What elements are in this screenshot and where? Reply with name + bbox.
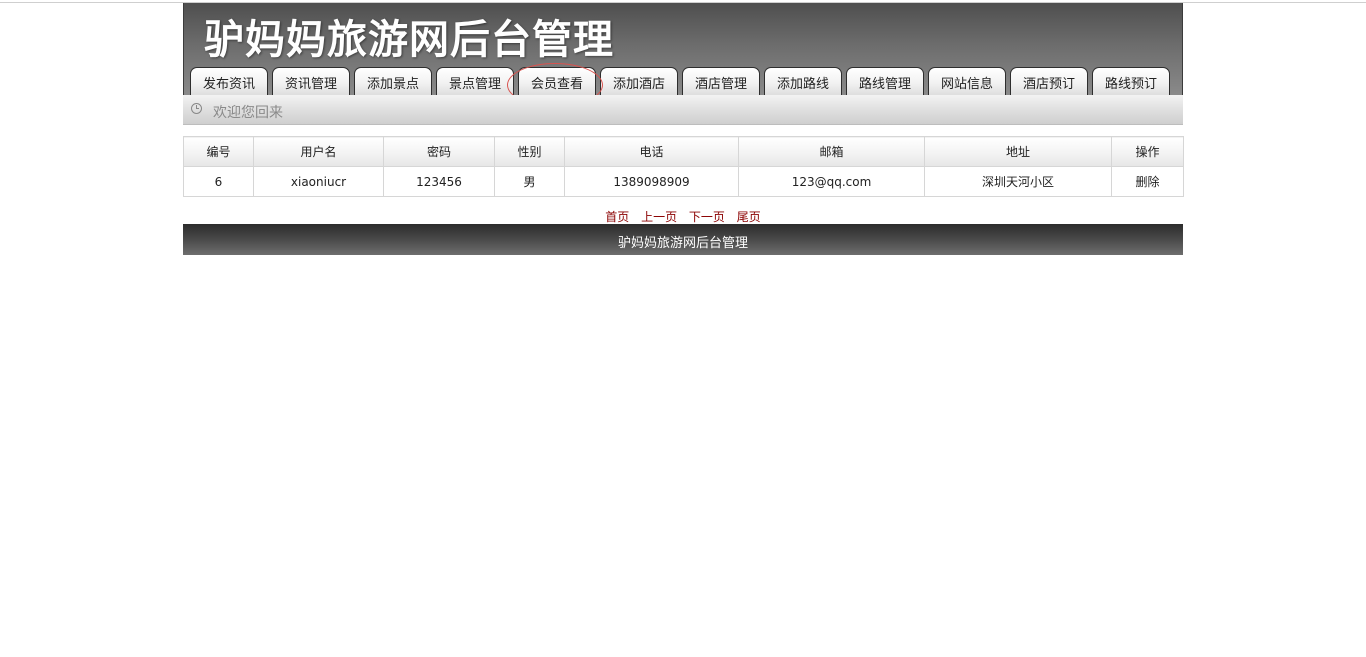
tab-scenic-manage[interactable]: 景点管理 <box>436 67 514 95</box>
pagination: 首页 上一页 下一页 尾页 <box>183 208 1183 224</box>
tab-publish-news[interactable]: 发布资讯 <box>190 67 268 95</box>
welcome-bar: 欢迎您回来 <box>183 95 1183 125</box>
cell-address: 深圳天河小区 <box>924 166 1112 197</box>
clock-icon <box>191 103 202 114</box>
col-header-gender: 性别 <box>494 136 565 167</box>
tab-add-hotel[interactable]: 添加酒店 <box>600 67 678 95</box>
cell-phone: 1389098909 <box>564 166 739 197</box>
last-page-link[interactable]: 尾页 <box>737 210 761 224</box>
tab-add-route[interactable]: 添加路线 <box>764 67 842 95</box>
col-header-phone: 电话 <box>564 136 739 167</box>
col-header-email: 邮箱 <box>738 136 925 167</box>
site-title: 驴妈妈旅游网后台管理 <box>204 17 614 63</box>
member-table: 编号 用户名 密码 性别 电话 邮箱 地址 操作 6 xiaoniucr 123… <box>183 136 1184 197</box>
col-header-id: 编号 <box>183 136 254 167</box>
col-header-username: 用户名 <box>253 136 384 167</box>
tab-add-scenic[interactable]: 添加景点 <box>354 67 432 95</box>
cell-action: 删除 <box>1111 166 1184 197</box>
tab-hotel-booking[interactable]: 酒店预订 <box>1010 67 1088 95</box>
cell-gender: 男 <box>494 166 565 197</box>
nav-tabs: 发布资讯 资讯管理 添加景点 景点管理 会员查看 添加酒店 酒店管理 添加路线 … <box>190 67 1174 95</box>
tab-hotel-manage[interactable]: 酒店管理 <box>682 67 760 95</box>
table-header-row: 编号 用户名 密码 性别 电话 邮箱 地址 操作 <box>183 136 1184 167</box>
col-header-action: 操作 <box>1111 136 1184 167</box>
tab-route-manage[interactable]: 路线管理 <box>846 67 924 95</box>
table-row: 6 xiaoniucr 123456 男 1389098909 123@qq.c… <box>183 166 1184 197</box>
admin-page: 驴妈妈旅游网后台管理 发布资讯 资讯管理 添加景点 景点管理 会员查看 添加酒店… <box>183 3 1184 255</box>
tab-route-booking[interactable]: 路线预订 <box>1092 67 1170 95</box>
col-header-address: 地址 <box>924 136 1112 167</box>
cell-id: 6 <box>183 166 254 197</box>
delete-link[interactable]: 删除 <box>1135 175 1159 189</box>
tab-member-view[interactable]: 会员查看 <box>518 67 596 95</box>
cell-password: 123456 <box>383 166 495 197</box>
cell-email: 123@qq.com <box>738 166 925 197</box>
tab-site-info[interactable]: 网站信息 <box>928 67 1006 95</box>
welcome-text: 欢迎您回来 <box>213 105 283 121</box>
prev-page-link[interactable]: 上一页 <box>641 210 677 224</box>
first-page-link[interactable]: 首页 <box>605 210 629 224</box>
site-footer: 驴妈妈旅游网后台管理 <box>183 224 1183 255</box>
next-page-link[interactable]: 下一页 <box>689 210 725 224</box>
tab-news-manage[interactable]: 资讯管理 <box>272 67 350 95</box>
col-header-password: 密码 <box>383 136 495 167</box>
site-header: 驴妈妈旅游网后台管理 发布资讯 资讯管理 添加景点 景点管理 会员查看 添加酒店… <box>183 3 1183 107</box>
cell-username: xiaoniucr <box>253 166 384 197</box>
